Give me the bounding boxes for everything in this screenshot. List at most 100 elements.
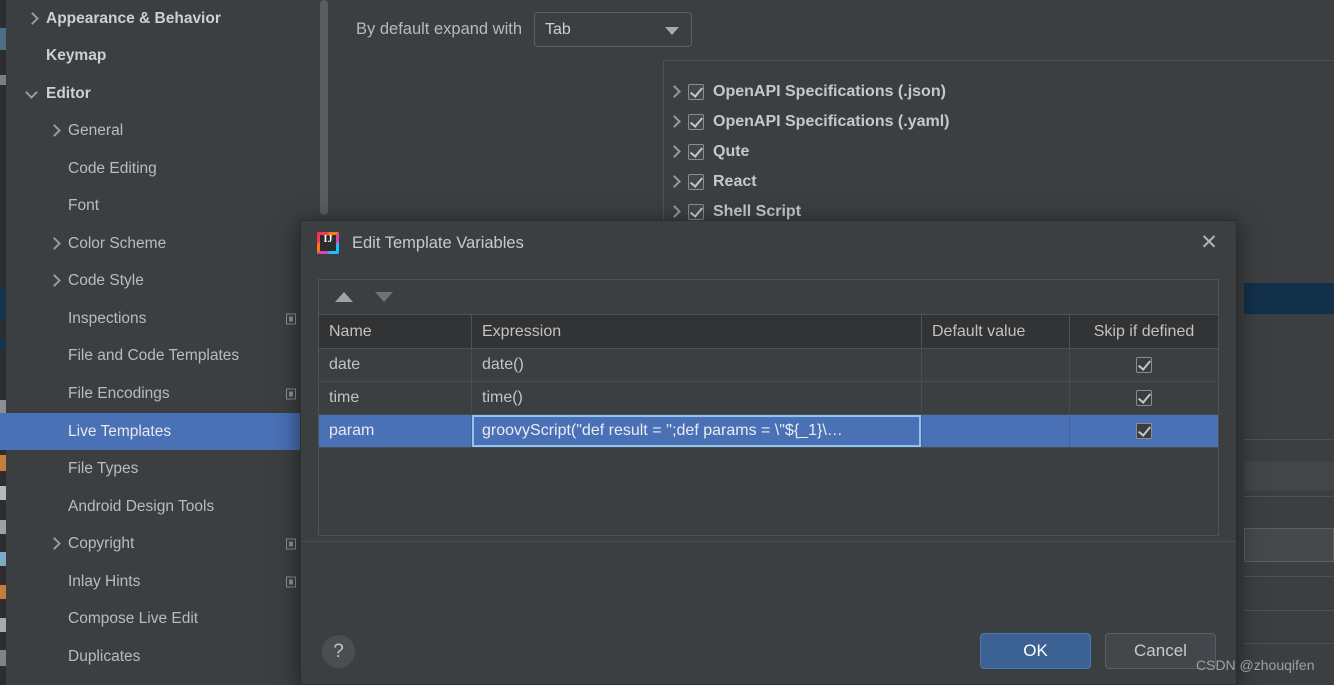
panel-divider-2 (1244, 496, 1334, 497)
sidebar-item-inlay-hints[interactable]: Inlay Hints (0, 563, 310, 600)
cell-name[interactable]: param (319, 415, 472, 447)
variables-table: Name Expression Default value Skip if de… (318, 314, 1219, 536)
sidebar-item-compose-live-edit[interactable]: Compose Live Edit (0, 600, 310, 637)
chevron-right-icon[interactable] (26, 12, 40, 26)
chevron-right-icon[interactable] (664, 144, 688, 160)
template-group-label: OpenAPI Specifications (.yaml) (713, 113, 950, 130)
configurable-badge-icon (286, 576, 296, 587)
chevron-right-icon[interactable] (48, 537, 62, 551)
sidebar-item-file-types[interactable]: File Types (0, 450, 310, 487)
template-group-label: OpenAPI Specifications (.json) (713, 83, 946, 100)
variables-table-body: date date() time time() param groovyScript("d… (319, 349, 1218, 448)
chevron-down-icon[interactable] (26, 87, 40, 101)
sidebar-item-keymap[interactable]: Keymap (0, 37, 310, 74)
sidebar-item-label: Android Design Tools (68, 497, 215, 515)
cell-default-value[interactable] (922, 415, 1070, 447)
column-header-default-value[interactable]: Default value (922, 315, 1070, 348)
dialog-title: Edit Template Variables (352, 233, 524, 252)
variables-table-empty-area (319, 448, 1218, 535)
sidebar-item-live-templates[interactable]: Live Templates (0, 413, 310, 450)
cell-name[interactable]: date (319, 349, 472, 381)
chevron-right-icon[interactable] (664, 204, 688, 220)
expand-with-combobox[interactable]: Tab (534, 12, 693, 47)
sidebar-item-color-scheme[interactable]: Color Scheme (0, 225, 310, 262)
column-header-expression[interactable]: Expression (472, 315, 922, 348)
cell-default-value[interactable] (922, 382, 1070, 414)
sidebar-item-code-editing[interactable]: Code Editing (0, 150, 310, 187)
sidebar-item-general[interactable]: General (0, 112, 310, 149)
chevron-down-icon (665, 26, 680, 35)
template-group-checkbox[interactable] (688, 144, 704, 160)
sidebar-item-file-and-code-templates[interactable]: File and Code Templates (0, 337, 310, 374)
content-scroll-thumb[interactable] (320, 0, 328, 215)
cell-name[interactable]: time (319, 382, 472, 414)
template-group-label: Qute (713, 143, 750, 160)
template-group-checkbox[interactable] (688, 204, 704, 220)
app-root: Appearance & Behavior Keymap Editor General… (0, 0, 1334, 685)
edit-template-variables-dialog: Edit Template Variables ✕ Name Expressio… (300, 220, 1237, 685)
chevron-right-icon[interactable] (664, 174, 688, 190)
watermark: CSDN @zhouqifen (1196, 657, 1315, 673)
intellij-idea-logo-icon (317, 232, 339, 254)
table-row[interactable]: date date() (319, 349, 1218, 382)
configurable-badge-icon (286, 388, 296, 399)
column-header-skip-if-defined[interactable]: Skip if defined (1070, 315, 1218, 348)
variables-button[interactable] (1244, 528, 1334, 562)
cell-default-value[interactable] (922, 349, 1070, 381)
template-group-checkbox[interactable] (688, 84, 704, 100)
sidebar-item-font[interactable]: Font (0, 187, 310, 224)
sidebar-item-copyright[interactable]: Copyright (0, 525, 310, 562)
help-button[interactable]: ? (322, 635, 355, 668)
panel-divider-5 (1244, 643, 1334, 644)
sidebar-item-inspections[interactable]: Inspections (0, 300, 310, 337)
close-icon[interactable]: ✕ (1198, 232, 1220, 255)
right-edge-peek: Variables... Enter (1234, 0, 1334, 685)
sidebar-item-code-style[interactable]: Code Style (0, 262, 310, 299)
sidebar-item-appearance-behavior[interactable]: Appearance & Behavior (0, 0, 310, 37)
sidebar-item-label: Copyright (68, 534, 135, 552)
sidebar-item-file-encodings[interactable]: File Encodings (0, 375, 310, 412)
sidebar-item-label: Inlay Hints (68, 572, 141, 590)
sidebar-item-android-design-tools[interactable]: Android Design Tools (0, 488, 310, 525)
cell-skip-if-defined[interactable] (1070, 382, 1218, 414)
sidebar-item-label: Color Scheme (68, 234, 167, 252)
chevron-right-icon[interactable] (48, 124, 62, 138)
arrow-down-icon[interactable] (375, 292, 393, 302)
skip-if-defined-checkbox[interactable] (1136, 423, 1152, 439)
skip-if-defined-checkbox[interactable] (1136, 357, 1152, 373)
ok-button[interactable]: OK (980, 633, 1091, 669)
configurable-badge-icon (286, 313, 296, 324)
skip-if-defined-checkbox[interactable] (1136, 390, 1152, 406)
cell-expression[interactable]: groovyScript("def result = '';def params… (472, 415, 922, 447)
sidebar-item-label: Keymap (46, 46, 107, 64)
dialog-footer-divider (301, 541, 1236, 542)
sidebar-item-label: General (68, 121, 124, 139)
cell-skip-if-defined[interactable] (1070, 415, 1218, 447)
table-row[interactable]: param groovyScript("def result = '';def p… (319, 415, 1218, 448)
chevron-right-icon[interactable] (48, 237, 62, 251)
arrow-up-icon[interactable] (335, 292, 353, 302)
cell-expression[interactable]: date() (472, 349, 922, 381)
selected-row-band (1244, 283, 1334, 314)
panel-divider-4 (1244, 610, 1334, 611)
chevron-right-icon[interactable] (664, 84, 688, 100)
configurable-badge-icon (286, 538, 296, 549)
expression-editor-input[interactable]: groovyScript("def result = '';def params… (472, 415, 921, 447)
variables-table-header: Name Expression Default value Skip if de… (319, 315, 1218, 349)
template-group-checkbox[interactable] (688, 114, 704, 130)
template-group-label: Shell Script (713, 203, 802, 220)
template-group-checkbox[interactable] (688, 174, 704, 190)
sidebar-item-editor[interactable]: Editor (0, 75, 310, 112)
table-row[interactable]: time time() (319, 382, 1218, 415)
chevron-right-icon[interactable] (48, 274, 62, 288)
expand-with-label: By default expand with (356, 20, 523, 38)
sidebar-item-label: Inspections (68, 309, 147, 327)
column-header-name[interactable]: Name (319, 315, 472, 348)
sidebar-item-label: Editor (46, 84, 91, 102)
chevron-right-icon[interactable] (664, 114, 688, 130)
cell-expression[interactable]: time() (472, 382, 922, 414)
sidebar-item-label: File Types (68, 459, 139, 477)
cell-skip-if-defined[interactable] (1070, 349, 1218, 381)
sidebar-item-label: Duplicates (68, 647, 141, 665)
sidebar-item-duplicates[interactable]: Duplicates (0, 638, 310, 675)
